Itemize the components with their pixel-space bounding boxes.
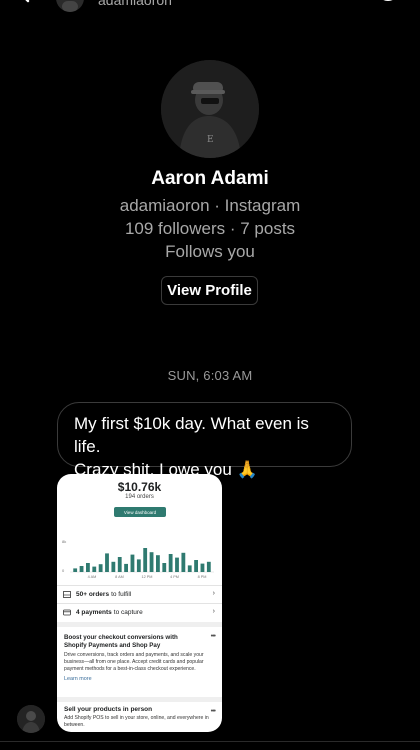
chart-y-label-top: 8k	[62, 539, 66, 544]
chart-bar	[194, 560, 198, 572]
profile-name: Aaron Adami	[151, 168, 269, 189]
more-options-icon: •••	[210, 633, 216, 640]
capture-payments-row: 4 payments to capture ›	[57, 603, 222, 621]
card-icon	[63, 609, 71, 616]
chart-x-tick-label: 12 PM	[142, 575, 153, 579]
svg-text:E: E	[207, 135, 214, 145]
message-timestamp: SUN, 6:03 AM	[167, 368, 253, 383]
message-bubble[interactable]: My first $10k day. What even is life. Cr…	[57, 402, 352, 479]
shared-screenshot[interactable]: $10.76k 194 orders View dashboard 8k 0 4…	[57, 474, 222, 732]
profile-avatar[interactable]: E	[161, 60, 259, 158]
promo-body: Drive conversions, track orders and paym…	[64, 652, 204, 672]
orders-count: 194 orders	[125, 494, 154, 500]
sales-bar-chart: 8k 0 4 AM 8 AM 12 PM 4 PM 8 PM	[62, 539, 214, 579]
promo-title: Boost your checkout conversions with Sho…	[64, 634, 178, 649]
chart-bar	[92, 566, 97, 572]
chart-bar	[206, 561, 211, 572]
chart-bar	[136, 559, 141, 572]
phone-icon[interactable]	[276, 0, 298, 2]
sender-avatar[interactable]	[17, 705, 45, 733]
chevron-right-icon: ›	[212, 590, 215, 597]
chart-x-tick-label: 4 AM	[88, 575, 97, 579]
capture-bold: 4 payments	[76, 609, 112, 616]
more-options-icon: •••	[210, 708, 216, 715]
message-composer[interactable]	[0, 741, 420, 750]
chart-bar	[130, 554, 135, 572]
inbox-icon	[63, 591, 71, 598]
view-profile-button[interactable]: View Profile	[161, 276, 258, 305]
chevron-right-icon: ›	[212, 608, 215, 615]
capture-rest: to capture	[113, 609, 143, 616]
back-icon[interactable]	[14, 0, 36, 4]
header-avatar[interactable]	[56, 0, 84, 12]
profile-stats: 109 followers · 7 posts	[124, 219, 296, 238]
pos-title: Sell your products in person	[64, 706, 153, 713]
pos-promo-card: ••• Sell your products in person Add Sho…	[57, 697, 222, 732]
chart-x-labels: 4 AM 8 AM 12 PM 4 PM 8 PM	[88, 575, 207, 579]
payments-promo-card: ••• Boost your checkout conversions with…	[57, 622, 222, 694]
video-camera-icon[interactable]	[320, 0, 344, 2]
fulfill-orders-row: 50+ orders to fulfill ›	[57, 585, 222, 603]
chart-x-tick-label: 8 PM	[198, 575, 207, 579]
chart-x-tick-label: 8 AM	[115, 575, 124, 579]
chart-bar	[156, 555, 160, 572]
sales-amount: $10.76k	[117, 480, 162, 494]
chart-bar	[175, 557, 179, 572]
chart-bar	[162, 563, 167, 572]
chart-bar	[79, 566, 84, 572]
chart-bar	[168, 554, 173, 572]
info-icon[interactable]	[376, 0, 400, 2]
fulfill-bold: 50+ orders	[76, 591, 110, 598]
pos-body: Add Shopify POS to sell in your store, o…	[64, 715, 209, 728]
chart-bar	[200, 563, 205, 572]
chart-bar	[98, 564, 103, 572]
follows-you-label: Follows you	[165, 242, 255, 261]
header-username[interactable]: adamiaoron	[98, 0, 172, 8]
chart-bar	[105, 553, 109, 572]
conversation-header: adamiaoron	[0, 0, 420, 12]
chart-bar	[73, 568, 78, 572]
chart-bar	[111, 561, 116, 572]
chart-bar	[187, 565, 192, 572]
chart-bars	[73, 548, 211, 572]
fulfill-rest: to fulfill	[111, 591, 132, 598]
profile-handle: adamiaoron · Instagram	[119, 196, 301, 215]
view-dashboard-button: View dashboard	[114, 507, 166, 517]
chart-bar	[143, 548, 148, 572]
chart-y-label-bottom: 0	[62, 568, 65, 573]
message-text-line-1: My first $10k day. What even is life.	[74, 414, 309, 456]
chart-bar	[181, 552, 186, 572]
learn-more-link: Learn more	[64, 676, 92, 683]
chart-bar	[86, 563, 90, 572]
chart-x-tick-label: 4 PM	[170, 575, 179, 579]
chart-bar	[117, 557, 122, 572]
chart-bar	[124, 563, 128, 572]
chart-bar	[149, 552, 154, 572]
